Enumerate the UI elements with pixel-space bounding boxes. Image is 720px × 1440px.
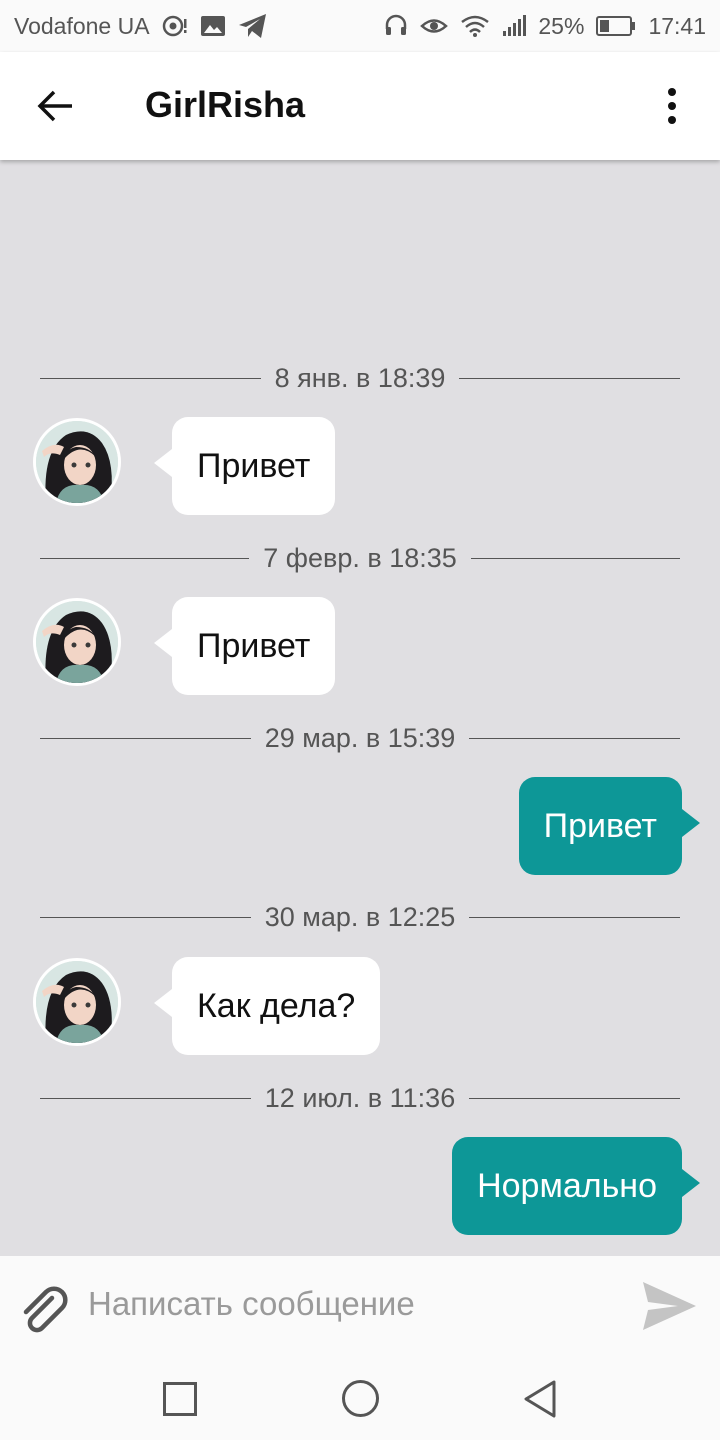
date-divider: 7 февр. в 18:35 bbox=[40, 538, 680, 578]
clock: 17:41 bbox=[648, 12, 706, 39]
more-options-icon[interactable] bbox=[652, 82, 692, 130]
divider-line bbox=[40, 737, 251, 739]
status-left: Vodafone UA bbox=[14, 13, 268, 40]
avatar-image bbox=[36, 421, 118, 503]
menu-dot bbox=[668, 102, 676, 110]
eye-icon bbox=[420, 19, 449, 33]
date-divider: 8 янв. в 18:39 bbox=[40, 358, 680, 398]
outgoing-message[interactable]: Нормально bbox=[452, 1137, 700, 1235]
outgoing-message[interactable]: Привет bbox=[518, 777, 701, 875]
message-text: Привет bbox=[543, 806, 657, 845]
app-bar: GirlRisha bbox=[0, 52, 720, 160]
divider-line bbox=[40, 377, 261, 379]
divider-line bbox=[469, 1097, 680, 1099]
divider-line bbox=[40, 916, 251, 918]
date-label: 7 февр. в 18:35 bbox=[263, 542, 457, 573]
home-icon[interactable] bbox=[342, 1380, 379, 1417]
back-arrow-icon[interactable] bbox=[36, 86, 76, 126]
divider-line bbox=[459, 377, 680, 379]
message-text: Привет bbox=[197, 626, 311, 665]
battery-percent: 25% bbox=[538, 12, 585, 39]
date-label: 8 янв. в 18:39 bbox=[274, 362, 446, 393]
system-nav-bar bbox=[0, 1352, 720, 1440]
contact-avatar[interactable] bbox=[33, 958, 121, 1046]
telegram-icon bbox=[238, 14, 266, 38]
date-divider: 30 мар. в 12:25 bbox=[40, 897, 681, 937]
back-triangle-icon[interactable] bbox=[522, 1379, 558, 1419]
incoming-message[interactable]: Как дела? bbox=[153, 957, 381, 1055]
signal-icon bbox=[503, 15, 527, 36]
status-right: 25% 17:41 bbox=[384, 13, 706, 40]
divider-line bbox=[470, 557, 680, 559]
message-input[interactable] bbox=[88, 1278, 608, 1330]
divider-line bbox=[469, 737, 681, 739]
incoming-message[interactable]: Привет bbox=[153, 417, 336, 515]
hotspot-icon bbox=[162, 15, 187, 37]
divider-line bbox=[40, 1097, 251, 1099]
date-label: 30 мар. в 12:25 bbox=[264, 901, 456, 932]
contact-avatar[interactable] bbox=[33, 598, 121, 686]
recent-apps-icon[interactable] bbox=[163, 1382, 197, 1416]
message-composer bbox=[0, 1256, 720, 1352]
chat-title: GirlRisha bbox=[145, 84, 306, 125]
avatar-image bbox=[36, 961, 118, 1043]
avatar-image bbox=[36, 601, 118, 683]
carrier-name: Vodafone UA bbox=[14, 12, 150, 39]
message-text: Нормально bbox=[477, 1166, 657, 1205]
chat-area[interactable]: 8 янв. в 18:39 Привет 7 февр. в 18:35 Пр… bbox=[0, 160, 720, 1256]
battery-icon bbox=[596, 16, 636, 36]
headset-icon bbox=[386, 14, 407, 35]
menu-dot bbox=[668, 88, 676, 96]
send-icon[interactable] bbox=[640, 1278, 698, 1334]
divider-line bbox=[469, 916, 681, 918]
wifi-icon bbox=[461, 15, 490, 37]
contact-avatar[interactable] bbox=[33, 418, 121, 506]
message-text: Привет bbox=[197, 446, 311, 485]
message-text: Как дела? bbox=[197, 986, 356, 1025]
status-bar: Vodafone UA 25% 17:41 bbox=[0, 0, 720, 52]
paperclip-icon[interactable] bbox=[18, 1282, 72, 1336]
incoming-message[interactable]: Привет bbox=[153, 597, 336, 695]
divider-line bbox=[40, 557, 250, 559]
date-divider: 12 июл. в 11:36 bbox=[40, 1078, 680, 1118]
date-label: 29 мар. в 15:39 bbox=[264, 722, 456, 753]
menu-dot bbox=[668, 116, 676, 124]
image-icon bbox=[200, 16, 225, 36]
date-divider: 29 мар. в 15:39 bbox=[40, 718, 681, 758]
date-label: 12 июл. в 11:36 bbox=[264, 1082, 456, 1113]
